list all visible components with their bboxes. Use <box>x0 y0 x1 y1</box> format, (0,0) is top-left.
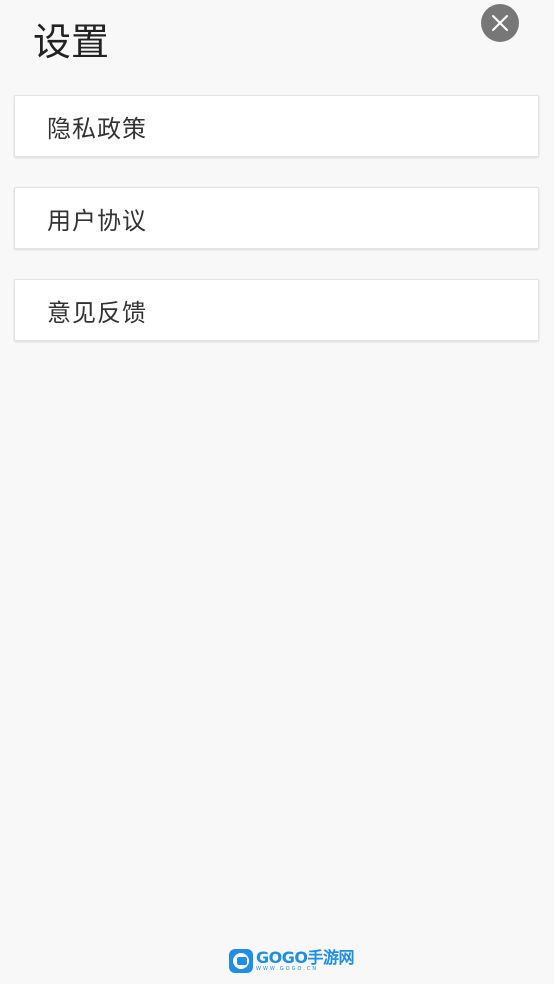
logo-text: GOGO手游网 WWW.GOGO.CN <box>256 950 354 972</box>
settings-menu: 隐私政策 用户协议 意见反馈 <box>14 95 539 371</box>
logo-mark-icon <box>229 949 253 973</box>
menu-item-label: 意见反馈 <box>47 298 147 327</box>
close-icon <box>492 15 508 31</box>
menu-item-feedback[interactable]: 意见反馈 <box>14 279 539 341</box>
menu-item-label: 用户协议 <box>47 206 147 235</box>
menu-item-privacy-policy[interactable]: 隐私政策 <box>14 95 539 157</box>
logo-sub-text: WWW.GOGO.CN <box>256 966 319 972</box>
menu-item-label: 隐私政策 <box>47 114 147 143</box>
page-title: 设置 <box>33 20 110 64</box>
watermark-logo: GOGO手游网 WWW.GOGO.CN <box>229 948 354 974</box>
logo-main-text: GOGO手游网 <box>256 948 354 967</box>
close-button[interactable] <box>481 4 519 42</box>
menu-item-user-agreement[interactable]: 用户协议 <box>14 187 539 249</box>
